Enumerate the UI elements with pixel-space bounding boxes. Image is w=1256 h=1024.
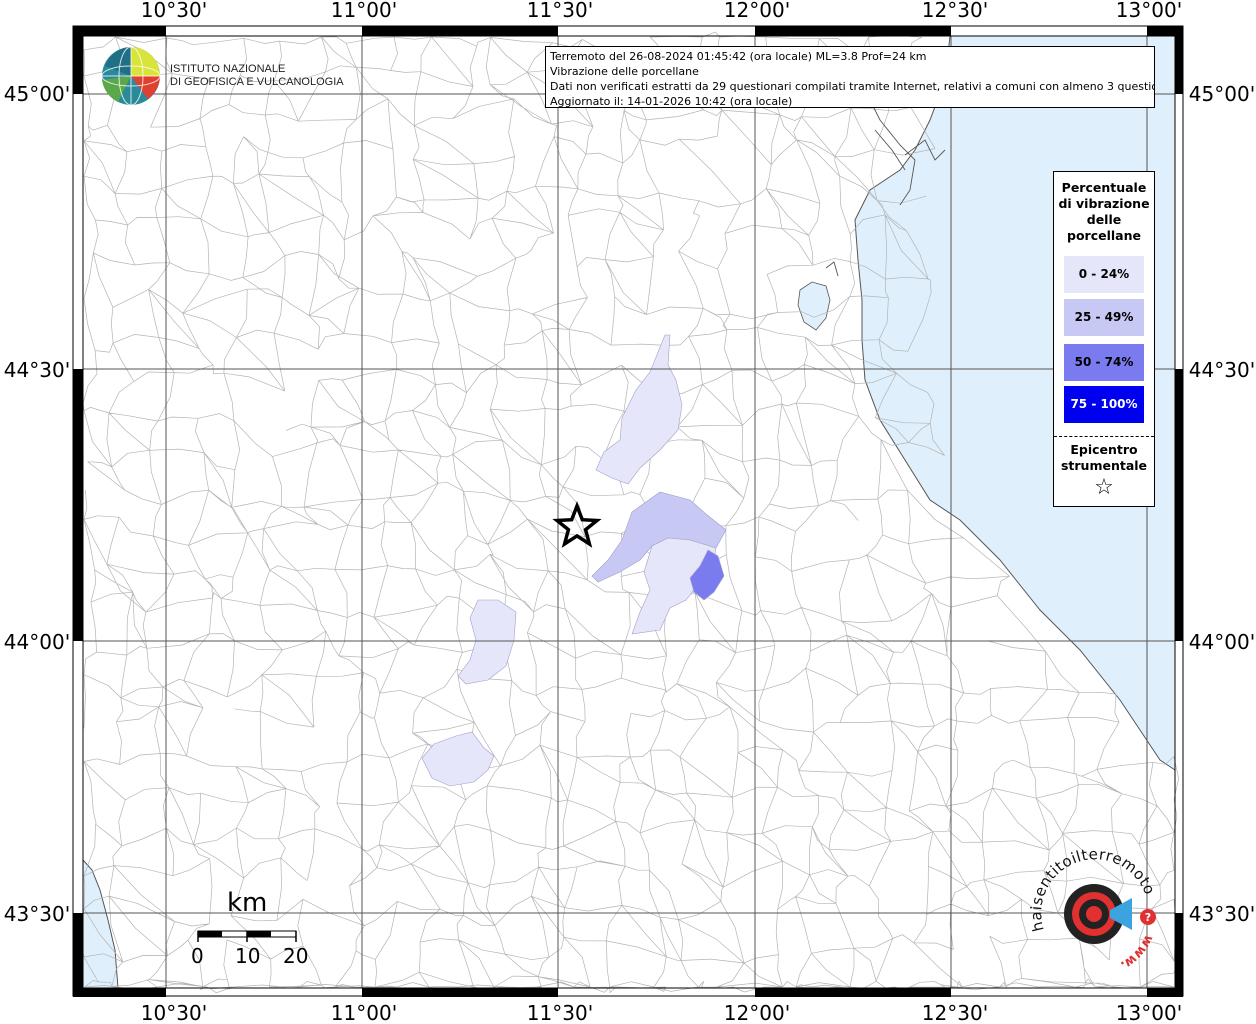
lon-label: 10°30' [141, 1001, 207, 1024]
event-title: Terremoto del 26-08-2024 01:45:42 (ora l… [550, 50, 927, 63]
legend-title: Percentuale di vibrazione delle porcella… [1054, 180, 1154, 244]
institute-line2: DI GEOFISICA E VULCANOLOGIA [170, 76, 344, 88]
legend-epicenter-line: strumentale [1060, 458, 1148, 473]
lon-label: 11°00' [331, 1001, 397, 1024]
map-canvas: 10°30' 11°00' 11°30' 12°00' 12°30' 13°00… [0, 0, 1255, 1024]
lon-label: 12°30' [922, 1001, 988, 1024]
lat-label: 44°00' [4, 630, 70, 654]
lat-label: 45°00' [1189, 82, 1255, 106]
lon-label: 11°30' [527, 1001, 593, 1024]
lat-label: 44°00' [1189, 630, 1255, 654]
event-info-box: Terremoto del 26-08-2024 01:45:42 (ora l… [545, 46, 1155, 108]
legend-item-25-49: 25 - 49% [1064, 299, 1144, 336]
lon-labels-bottom: 10°30' 11°00' 11°30' 12°00' 12°30' 13°00… [141, 1001, 1182, 1024]
scale-tick-20: 20 [283, 944, 309, 968]
institute-name: ISTITUTO NAZIONALE DI GEOFISICA E VULCAN… [170, 63, 344, 89]
legend-item-75-100: 75 - 100% [1064, 386, 1144, 423]
lon-label: 13°00' [1116, 0, 1182, 22]
lon-labels-top: 10°30' 11°00' 11°30' 12°00' 12°30' 13°00… [141, 0, 1182, 22]
institute-line1: ISTITUTO NAZIONALE [170, 63, 286, 75]
data-note: Dati non verificati estratti da 29 quest… [550, 80, 1155, 93]
lat-labels-left: 45°00' 44°30' 44°00' 43°30' [4, 82, 70, 926]
lon-label: 10°30' [141, 0, 207, 22]
legend-epicenter-line: Epicentro [1070, 442, 1138, 457]
lat-label: 43°30' [1189, 902, 1255, 926]
legend: Percentuale di vibrazione delle porcella… [1053, 171, 1155, 507]
legend-title-line: Percentuale [1061, 180, 1147, 195]
scale-unit: km [227, 888, 268, 918]
legend-epicenter-label: Epicentro strumentale [1054, 442, 1154, 474]
update-timestamp: Aggiornato il: 14-01-2026 10:42 (ora loc… [550, 95, 793, 108]
lon-label: 11°30' [527, 0, 593, 22]
lon-label: 12°00' [724, 0, 790, 22]
legend-item-50-74: 50 - 74% [1064, 344, 1144, 381]
lat-label: 44°30' [1189, 358, 1255, 382]
scale-tick-0: 0 [191, 944, 204, 968]
legend-title-line: di vibrazione [1058, 196, 1150, 211]
ingv-logo-icon [101, 46, 161, 106]
legend-title-line: delle [1086, 212, 1122, 227]
lon-label: 11°00' [331, 0, 397, 22]
scale-tick-10: 10 [235, 944, 261, 968]
svg-text:?: ? [1145, 911, 1151, 924]
lat-label: 43°30' [4, 902, 70, 926]
lat-labels-right: 45°00' 44°30' 44°00' 43°30' [1189, 82, 1255, 926]
map-subject: Vibrazione delle porcellane [550, 65, 699, 78]
lat-label: 44°30' [4, 358, 70, 382]
legend-divider [1054, 436, 1154, 437]
legend-star-icon: ☆ [1094, 475, 1114, 500]
lon-label: 12°00' [724, 1001, 790, 1024]
lat-label: 45°00' [4, 82, 70, 106]
lon-label: 13°00' [1116, 1001, 1182, 1024]
legend-item-0-24: 0 - 24% [1064, 256, 1144, 293]
lon-label: 12°30' [922, 0, 988, 22]
legend-title-line: porcellane [1067, 228, 1141, 243]
